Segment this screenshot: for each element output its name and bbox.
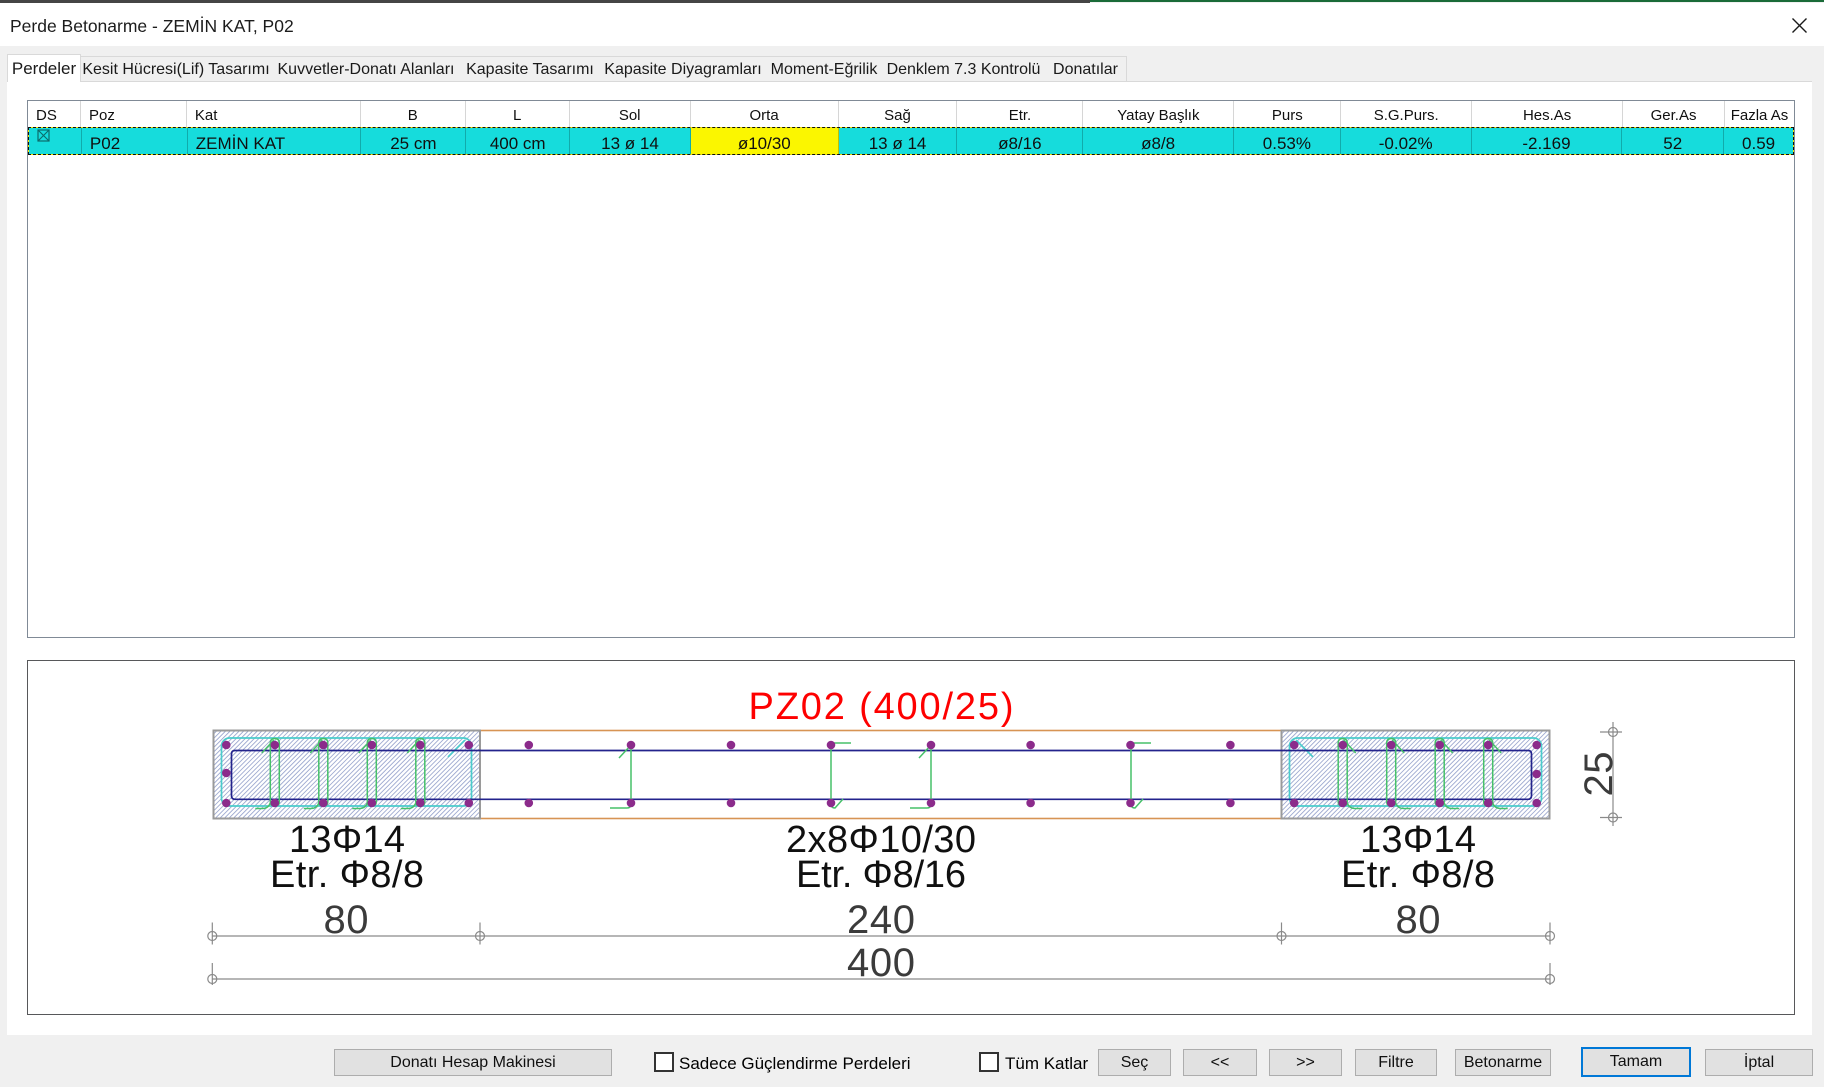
svg-text:80: 80 xyxy=(324,898,369,942)
svg-text:400: 400 xyxy=(847,941,915,985)
svg-text:Etr. Φ8/16: Etr. Φ8/16 xyxy=(796,854,966,896)
svg-text:240: 240 xyxy=(847,898,915,942)
svg-text:Etr. Φ8/8: Etr. Φ8/8 xyxy=(270,854,424,896)
svg-text:Etr. Φ8/8: Etr. Φ8/8 xyxy=(1341,854,1495,896)
svg-text:PZ02 (400/25): PZ02 (400/25) xyxy=(749,686,1014,728)
svg-text:25: 25 xyxy=(1577,752,1621,797)
svg-text:80: 80 xyxy=(1396,898,1441,942)
